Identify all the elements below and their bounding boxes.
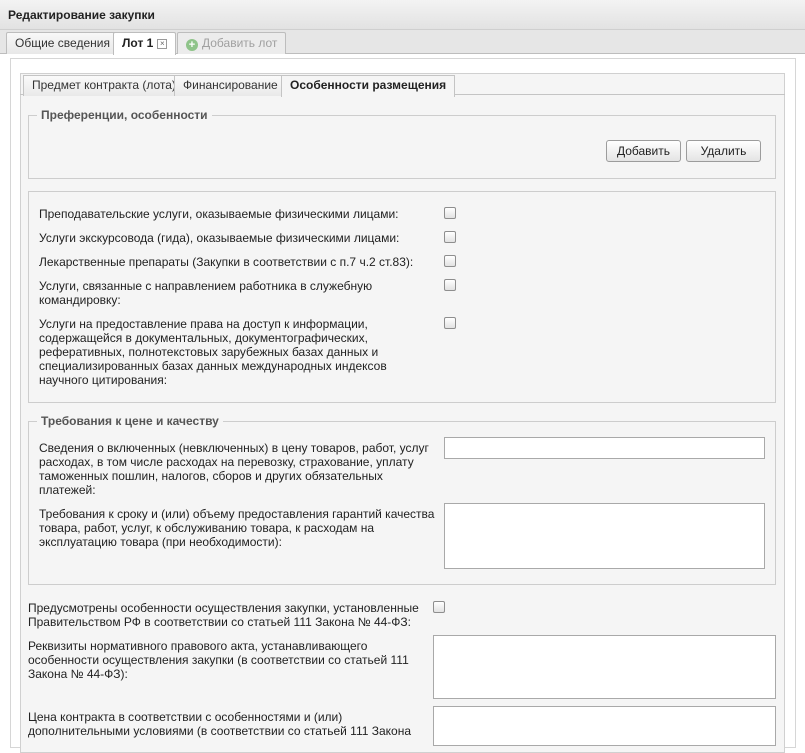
checkbox-business-trip[interactable]	[444, 279, 456, 291]
delete-button[interactable]: Удалить	[686, 140, 761, 162]
tab-general-info-label: Общие сведения	[15, 36, 110, 50]
checkbox-medicines[interactable]	[444, 255, 456, 267]
checkbox-label-guide: Услуги экскурсовода (гида), оказываемые …	[39, 231, 400, 245]
close-icon[interactable]: ×	[157, 39, 168, 49]
tab-add-lot[interactable]: + Добавить лот	[177, 32, 287, 54]
included-costs-input[interactable]	[444, 437, 765, 459]
checkbox-label-medicines: Лекарственные препараты (Закупки в соотв…	[39, 255, 414, 269]
top-tab-bar: Общие сведения Лот 1 × + Добавить лот	[0, 30, 805, 55]
tab-placement-features-label: Особенности размещения	[290, 78, 447, 92]
tab-lot-1-label: Лот 1	[122, 36, 154, 50]
tab-placement-features[interactable]: Особенности размещения	[281, 75, 456, 97]
tab-add-lot-label: Добавить лот	[202, 36, 278, 50]
contract-price-label: Цена контракта в соответствии с особенно…	[28, 710, 412, 738]
add-button[interactable]: Добавить	[606, 140, 681, 162]
add-circle-icon: +	[186, 39, 198, 51]
tab-financing[interactable]: Финансирование	[174, 75, 287, 96]
sub-tab-bar: Предмет контракта (лота) Финансирование …	[20, 73, 785, 97]
checkbox-label-teaching: Преподавательские услуги, оказываемые фи…	[39, 207, 399, 221]
checkbox-teaching[interactable]	[444, 207, 456, 219]
tab-contract-subject-label: Предмет контракта (лота)	[32, 78, 176, 92]
tab-lot-1[interactable]: Лот 1 ×	[113, 32, 177, 55]
checkbox-database-access[interactable]	[444, 317, 456, 329]
tab-contract-subject[interactable]: Предмет контракта (лота)	[23, 75, 185, 96]
checkbox-guide[interactable]	[444, 231, 456, 243]
checkbox-label-business-trip: Услуги, связанные с направлением работни…	[39, 279, 373, 307]
checkbox-special-features[interactable]	[433, 601, 445, 613]
legal-act-label: Реквизиты нормативного правового акта, у…	[28, 639, 409, 681]
special-features-label: Предусмотрены особенности осуществления …	[28, 601, 419, 629]
contract-price-textarea[interactable]	[433, 706, 776, 746]
guarantee-label: Требования к сроку и (или) объему предос…	[39, 507, 435, 549]
checkbox-label-database-access: Услуги на предоставление права на доступ…	[39, 317, 387, 387]
legal-act-textarea[interactable]	[433, 635, 776, 699]
tab-financing-label: Финансирование	[183, 78, 278, 92]
tab-general-info[interactable]: Общие сведения	[6, 32, 119, 54]
window-title: Редактирование закупки	[0, 0, 805, 30]
preferences-legend: Преференции, особенности	[37, 108, 212, 122]
included-costs-label: Сведения о включенных (невключенных) в ц…	[39, 441, 429, 497]
preferences-fieldset: Преференции, особенности Добавить Удалит…	[28, 108, 776, 179]
price-quality-legend: Требования к цене и качеству	[37, 414, 223, 428]
guarantee-textarea[interactable]	[444, 503, 765, 569]
